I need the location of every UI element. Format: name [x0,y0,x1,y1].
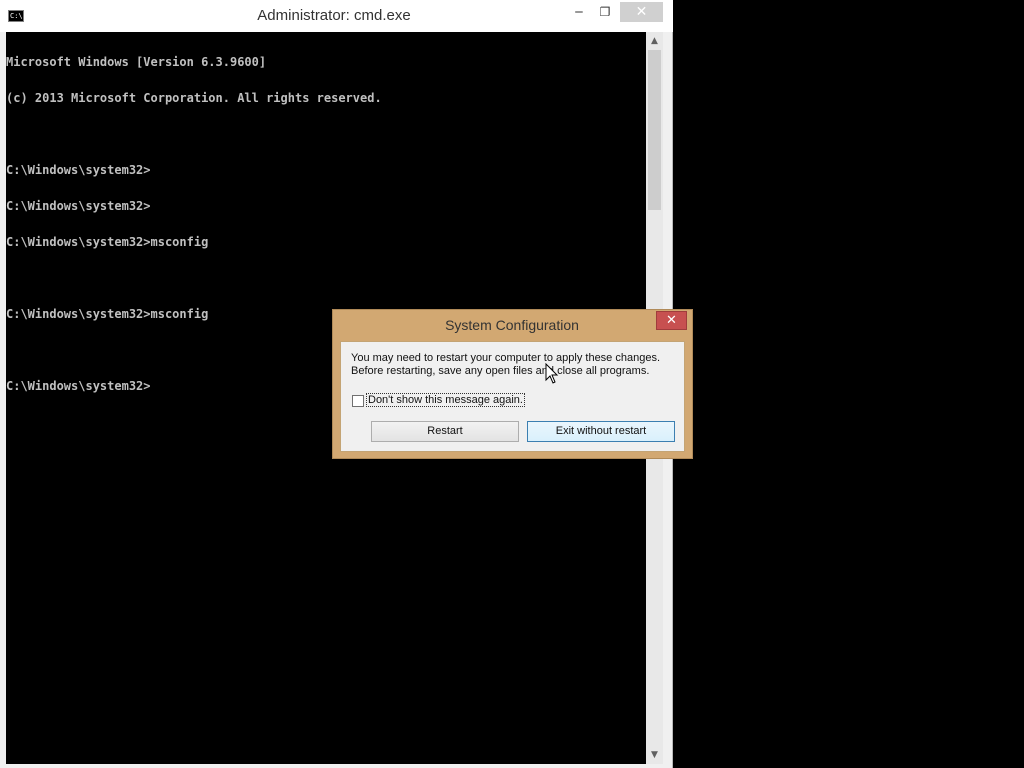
scroll-down-icon[interactable]: ▼ [646,746,663,764]
console-line: C:\Windows\system32>msconfig [6,235,209,249]
scroll-up-icon[interactable]: ▲ [646,32,663,50]
mouse-cursor-icon [545,363,559,384]
cmd-titlebar[interactable]: C:\ Administrator: cmd.exe ‒ ❐ ✕ [0,0,673,32]
console-output: Microsoft Windows [Version 6.3.9600] (c)… [6,32,382,416]
console-line: C:\Windows\system32>msconfig [6,307,209,321]
console-line: C:\Windows\system32> [6,199,151,213]
console-line: C:\Windows\system32> [6,379,151,393]
message-line-2: Before restarting, save any open files a… [351,365,650,377]
close-button[interactable]: ✕ [620,2,663,22]
restart-button[interactable]: Restart [371,421,519,442]
message-line-1: You may need to restart your computer to… [351,352,660,364]
minimize-button[interactable]: ‒ [568,2,590,22]
exit-without-restart-button[interactable]: Exit without restart [527,421,675,442]
dialog-close-button[interactable]: ✕ [656,311,687,330]
dialog-title: System Configuration [445,317,579,333]
console-line: Microsoft Windows [Version 6.3.9600] [6,55,267,69]
maximize-button[interactable]: ❐ [594,2,616,22]
dont-show-checkbox[interactable] [352,395,364,407]
scroll-thumb[interactable] [648,50,661,210]
console-line: (c) 2013 Microsoft Corporation. All righ… [6,91,382,105]
system-configuration-dialog: System Configuration ✕ You may need to r… [332,309,693,459]
dont-show-checkbox-label[interactable]: Don't show this message again. [366,393,525,407]
dialog-body: You may need to restart your computer to… [340,341,685,452]
console-line: C:\Windows\system32> [6,163,151,177]
